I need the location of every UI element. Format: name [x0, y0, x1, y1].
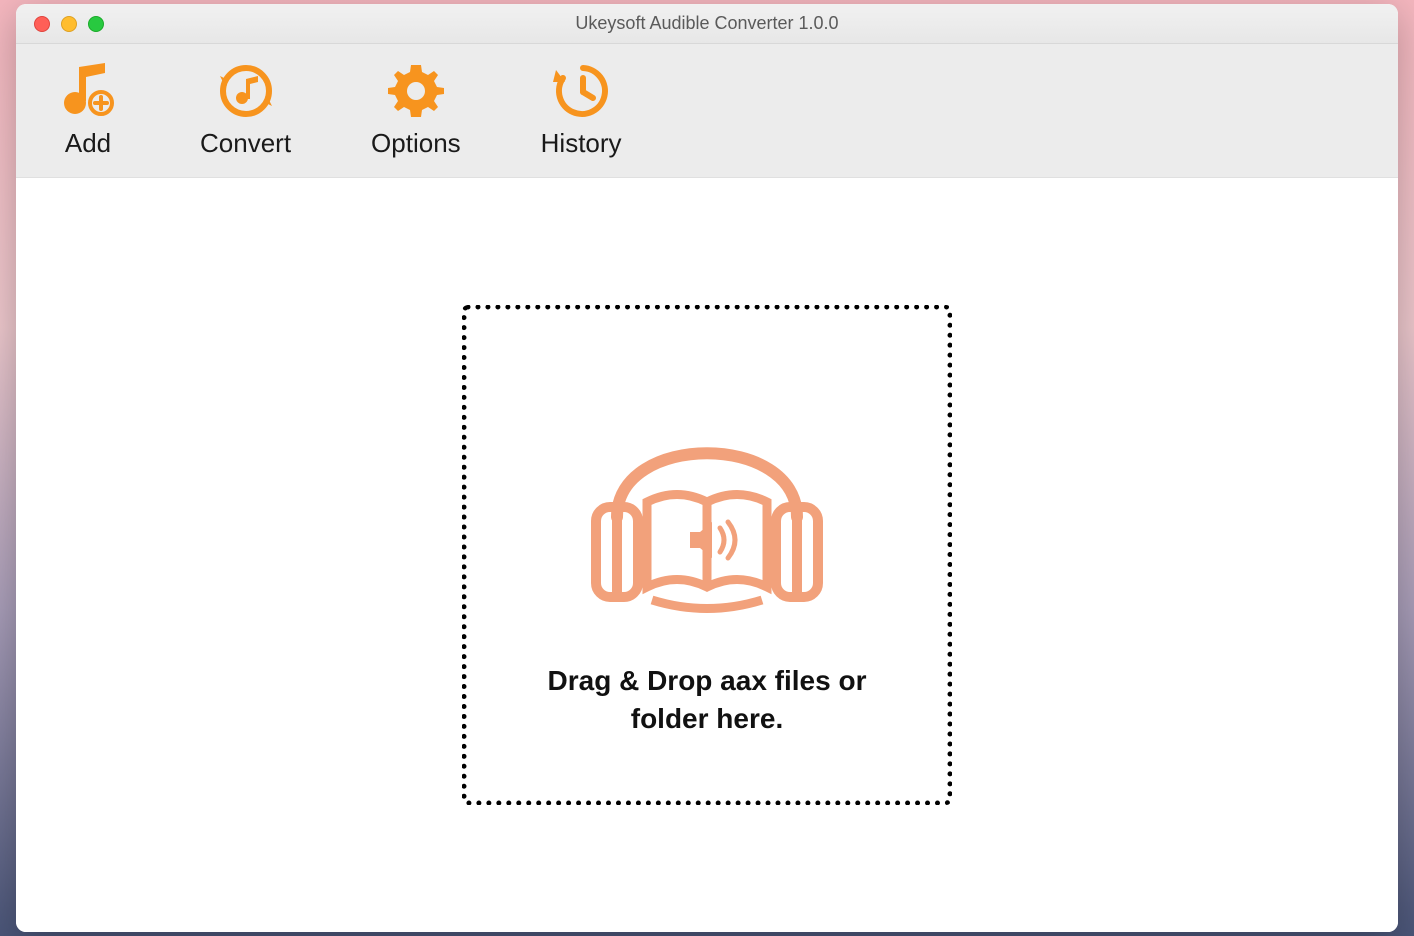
minimize-icon[interactable]: [61, 16, 77, 32]
history-label: History: [541, 128, 622, 159]
music-note-plus-icon: [56, 62, 120, 120]
convert-icon: [214, 62, 278, 120]
maximize-icon[interactable]: [88, 16, 104, 32]
titlebar: Ukeysoft Audible Converter 1.0.0: [16, 4, 1398, 44]
history-button[interactable]: History: [541, 62, 622, 159]
add-button[interactable]: Add: [56, 62, 120, 159]
history-icon: [549, 62, 613, 120]
dropzone-text: Drag & Drop aax files or folder here.: [527, 662, 887, 738]
add-label: Add: [65, 128, 111, 159]
convert-label: Convert: [200, 128, 291, 159]
audiobook-headphones-icon: [572, 372, 842, 632]
window-title: Ukeysoft Audible Converter 1.0.0: [16, 13, 1398, 34]
convert-button[interactable]: Convert: [200, 62, 291, 159]
close-icon[interactable]: [34, 16, 50, 32]
gear-icon: [384, 62, 448, 120]
app-window: Ukeysoft Audible Converter 1.0.0: [16, 4, 1398, 932]
content-area: Drag & Drop aax files or folder here.: [16, 178, 1398, 932]
options-label: Options: [371, 128, 461, 159]
options-button[interactable]: Options: [371, 62, 461, 159]
dropzone[interactable]: Drag & Drop aax files or folder here.: [462, 305, 952, 805]
traffic-lights: [16, 16, 104, 32]
toolbar: Add Convert: [16, 44, 1398, 178]
